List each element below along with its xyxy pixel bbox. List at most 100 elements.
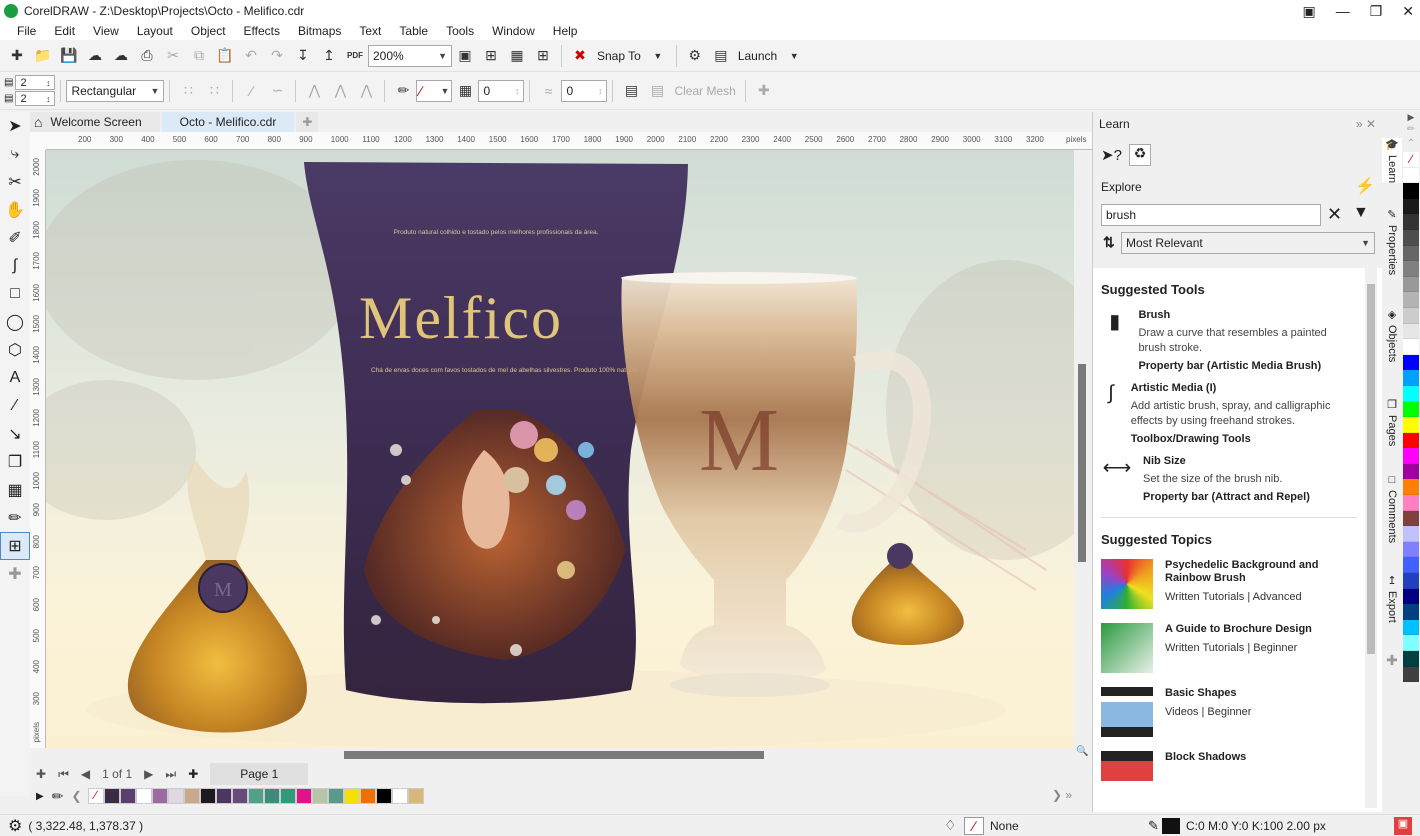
eyedropper-icon[interactable]: ✏: [392, 80, 414, 102]
redo-icon[interactable]: ↷: [266, 45, 288, 67]
collapse-icon[interactable]: »: [1356, 117, 1363, 131]
guidelines-icon[interactable]: ⊞: [532, 45, 554, 67]
mesh-fill-tool-icon[interactable]: ⊞: [0, 532, 30, 560]
tool-location[interactable]: Property bar (Attract and Repel): [1143, 491, 1310, 503]
color-swatch[interactable]: [1403, 510, 1419, 527]
drop-shadow-tool-icon[interactable]: ❐: [0, 448, 30, 476]
topic-result[interactable]: A Guide to Brochure Design Written Tutor…: [1101, 623, 1357, 673]
palette-menu-icon[interactable]: ▶: [1402, 112, 1420, 124]
clear-mesh-icon[interactable]: ▤: [646, 80, 668, 102]
prev-page-button[interactable]: ◀: [81, 767, 90, 781]
color-swatch[interactable]: [1403, 651, 1419, 667]
rulers-icon[interactable]: ⊞: [480, 45, 502, 67]
add-tool-icon[interactable]: ✚: [0, 560, 30, 588]
tool-location[interactable]: Property bar (Artistic Media Brush): [1138, 360, 1357, 372]
pick-tool-icon[interactable]: ➤: [0, 112, 30, 140]
crop-tool-icon[interactable]: ✂: [0, 168, 30, 196]
first-page-button[interactable]: ⏮: [58, 767, 69, 782]
columns-input[interactable]: 2 ↕: [15, 91, 56, 106]
chevron-down-icon[interactable]: ▼: [783, 45, 805, 67]
full-screen-icon[interactable]: ▣: [454, 45, 476, 67]
paste-icon[interactable]: 📋: [214, 45, 236, 67]
vertical-scrollbar[interactable]: 🔍: [1074, 150, 1090, 757]
restore-button[interactable]: ❐: [1370, 3, 1383, 20]
menu-bitmaps[interactable]: Bitmaps: [289, 24, 350, 38]
cusp-icon[interactable]: ⋀: [303, 80, 325, 102]
menu-layout[interactable]: Layout: [128, 24, 182, 38]
color-swatch[interactable]: [1403, 463, 1419, 480]
save-icon[interactable]: 💾: [58, 45, 80, 67]
clear-search-icon[interactable]: ✕: [1327, 204, 1342, 225]
color-swatch[interactable]: [263, 788, 280, 804]
transparency-icon[interactable]: ▦: [454, 80, 476, 102]
transparency-tool-icon[interactable]: ▦: [0, 476, 30, 504]
horizontal-scroll-thumb[interactable]: [344, 751, 764, 759]
color-swatch[interactable]: [1403, 292, 1419, 308]
tool-result[interactable]: ⟷ Nib Size Set the size of the brush nib…: [1101, 455, 1357, 518]
color-swatch[interactable]: [1403, 167, 1419, 184]
open-icon[interactable]: 📁: [32, 45, 54, 67]
outline-swatch[interactable]: [1162, 817, 1180, 834]
search-input[interactable]: brush: [1101, 204, 1321, 226]
color-swatch[interactable]: [1403, 323, 1419, 340]
scroll-up-icon[interactable]: ⌃: [1402, 138, 1420, 152]
color-swatch[interactable]: [327, 788, 344, 804]
pan-tool-icon[interactable]: ✋: [0, 196, 30, 224]
color-swatch[interactable]: [343, 788, 360, 804]
menu-text[interactable]: Text: [350, 24, 390, 38]
color-swatch[interactable]: [1403, 573, 1419, 589]
symmetric-icon[interactable]: ⋀: [355, 80, 377, 102]
color-swatch[interactable]: [183, 788, 200, 804]
sort-select[interactable]: Most Relevant ▼: [1121, 232, 1375, 254]
color-swatch[interactable]: [247, 788, 264, 804]
close-icon[interactable]: ✕: [1366, 117, 1376, 131]
color-swatch[interactable]: [1403, 541, 1419, 558]
smooth-icon[interactable]: ⋀: [329, 80, 351, 102]
pin-icon[interactable]: ⚡: [1355, 176, 1375, 196]
color-swatch[interactable]: [407, 788, 424, 804]
color-swatch[interactable]: [135, 788, 152, 804]
smooth-mesh-color-icon[interactable]: ▤: [620, 80, 642, 102]
ruler-origin-icon[interactable]: [30, 132, 46, 150]
color-swatch[interactable]: [1403, 619, 1419, 636]
color-swatch[interactable]: [1403, 604, 1419, 620]
gear-icon[interactable]: ⚙: [8, 816, 22, 836]
color-swatch[interactable]: [1403, 495, 1419, 511]
color-swatch[interactable]: [1403, 588, 1419, 605]
color-swatch[interactable]: [1403, 214, 1419, 230]
color-swatch[interactable]: [1403, 385, 1419, 402]
smoothing-input[interactable]: 0 ↕: [561, 79, 608, 102]
fill-swatch[interactable]: ∕: [964, 816, 984, 835]
color-swatch[interactable]: [151, 788, 168, 804]
last-page-button[interactable]: ⏭: [165, 767, 176, 782]
rectangle-tool-icon[interactable]: □: [0, 280, 30, 308]
filter-icon[interactable]: ▼: [1353, 204, 1369, 222]
color-swatch[interactable]: [1403, 198, 1419, 215]
zoom-navigator-icon[interactable]: 🔍: [1076, 746, 1088, 757]
side-tab-comments[interactable]: □ Comments: [1382, 474, 1402, 543]
undo-icon[interactable]: ↶: [240, 45, 262, 67]
copy-icon[interactable]: ⧉: [188, 45, 210, 67]
download-cloud-icon[interactable]: ☁: [110, 45, 132, 67]
snap-to-button[interactable]: Snap To: [597, 49, 641, 63]
to-line-icon[interactable]: ∕: [240, 80, 262, 102]
color-swatch[interactable]: [1403, 417, 1419, 433]
scroll-left-icon[interactable]: ❮: [71, 789, 81, 803]
color-swatch[interactable]: [1403, 339, 1419, 355]
freehand-tool-icon[interactable]: ✐: [0, 224, 30, 252]
whats-this-icon[interactable]: ➤?: [1101, 146, 1122, 164]
topic-result[interactable]: Psychedelic Background and Rainbow Brush…: [1101, 559, 1357, 609]
color-swatch[interactable]: [167, 788, 184, 804]
launch-icon[interactable]: ▤: [710, 45, 732, 67]
tool-location[interactable]: Toolbox/Drawing Tools: [1131, 433, 1357, 445]
color-swatch[interactable]: [279, 788, 296, 804]
side-tab-export[interactable]: ↥ Export: [1382, 574, 1402, 623]
rows-input[interactable]: 2 ↕: [15, 75, 56, 90]
add-page-button[interactable]: ✚: [36, 767, 46, 781]
color-swatch[interactable]: [1403, 526, 1419, 542]
tab-document[interactable]: Octo - Melifico.cdr: [161, 112, 295, 132]
color-swatch[interactable]: [215, 788, 232, 804]
add-docker-button[interactable]: ✚: [1382, 652, 1402, 669]
color-swatch[interactable]: [1403, 261, 1419, 277]
new-tab-button[interactable]: ✚: [296, 112, 319, 132]
